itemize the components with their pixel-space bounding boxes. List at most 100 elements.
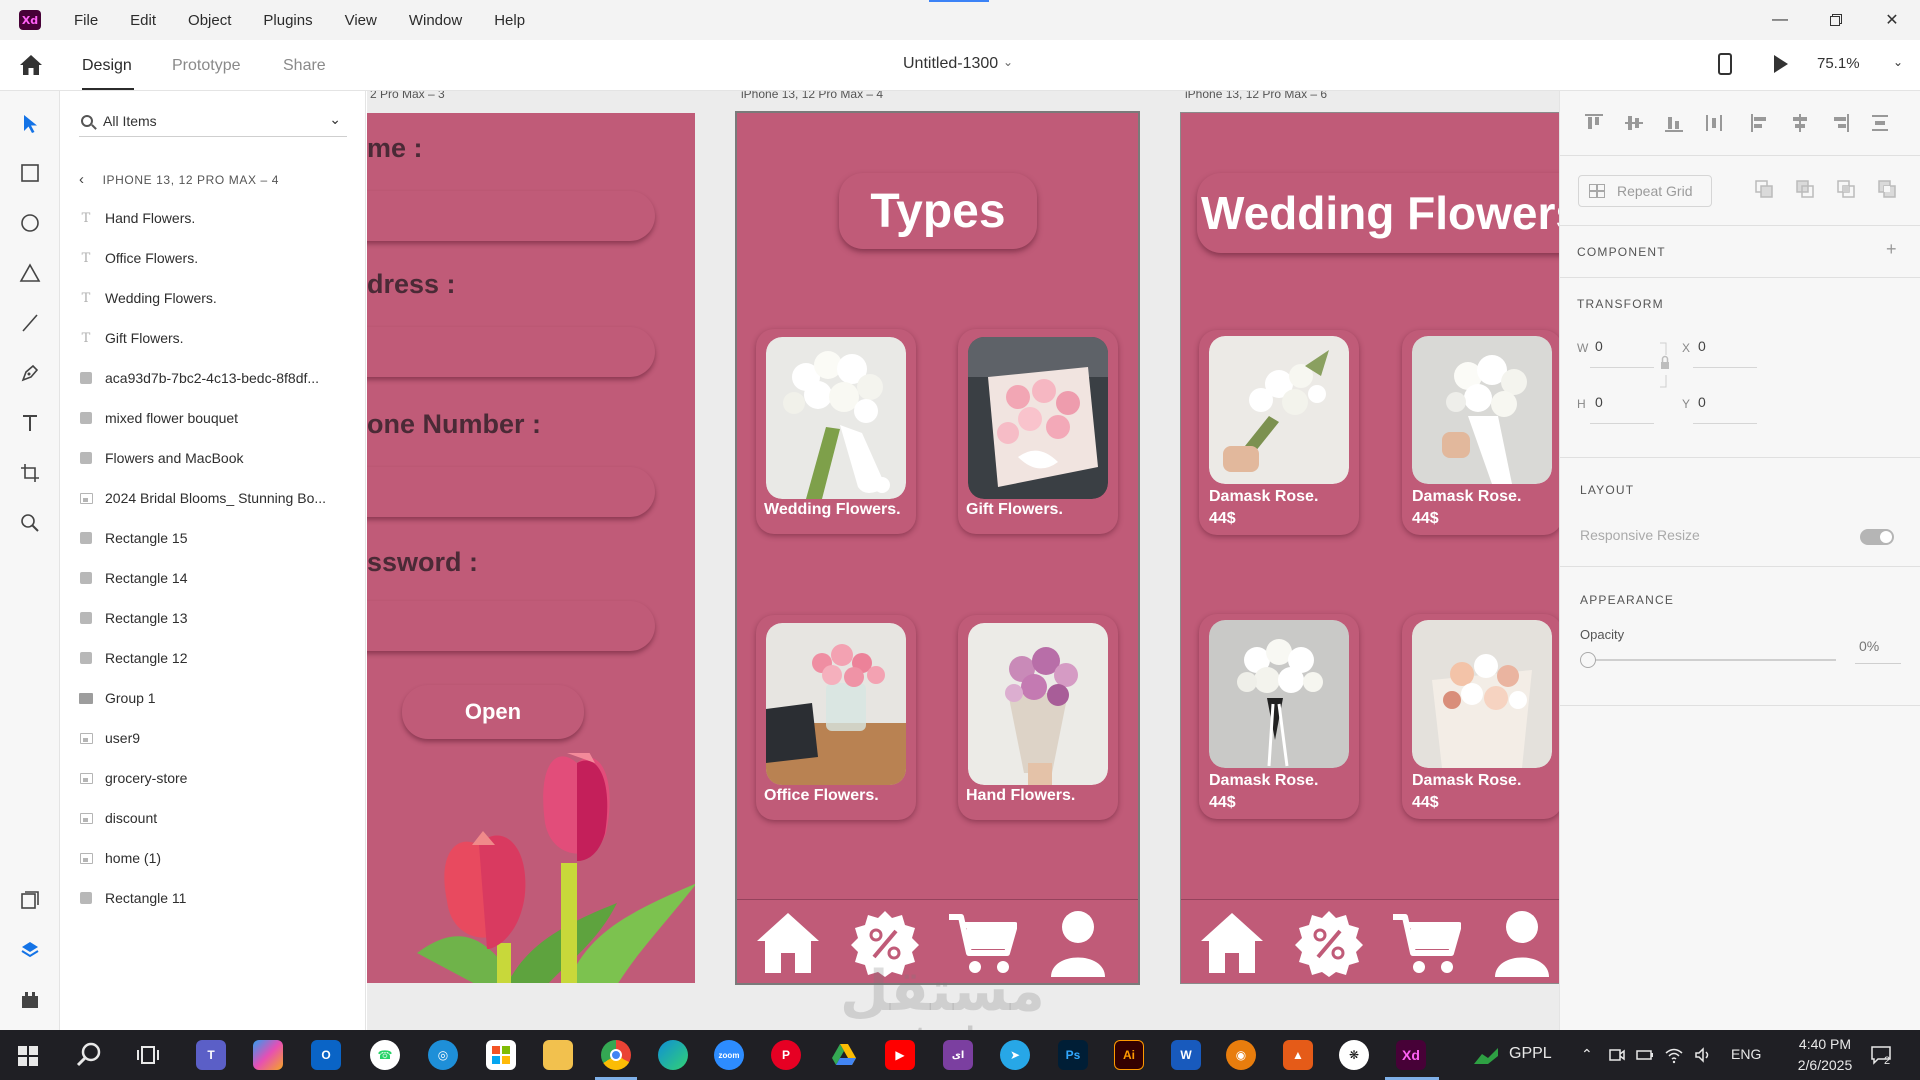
zoom-app-icon[interactable]: zoom: [714, 1040, 744, 1070]
distribute-vertical-icon[interactable]: [1868, 111, 1892, 135]
menu-edit[interactable]: Edit: [114, 12, 172, 29]
layer-row[interactable]: Flowers and MacBook: [79, 438, 359, 478]
tab-share[interactable]: Share: [283, 57, 326, 75]
copilot-icon[interactable]: [253, 1040, 283, 1070]
align-middle-icon[interactable]: [1622, 111, 1646, 135]
y-field[interactable]: 0: [1698, 394, 1706, 410]
clock-time[interactable]: 4:40 PM: [1786, 1036, 1864, 1052]
zoom-level[interactable]: 75.1%: [1817, 55, 1860, 72]
device-preview-icon[interactable]: [1718, 53, 1732, 75]
store-icon[interactable]: [486, 1040, 516, 1070]
language-indicator[interactable]: ENG: [1731, 1046, 1761, 1062]
stock-ticker[interactable]: GPPL: [1509, 1045, 1552, 1063]
home-icon[interactable]: [753, 907, 823, 977]
cart-icon[interactable]: [1391, 907, 1461, 977]
chevron-down-icon[interactable]: ⌄: [1893, 55, 1903, 69]
product-card[interactable]: Damask Rose. 44$: [1199, 330, 1359, 535]
menu-window[interactable]: Window: [393, 12, 478, 29]
chatgpt-icon[interactable]: ❋: [1339, 1040, 1369, 1070]
add-component-icon[interactable]: +: [1886, 239, 1897, 260]
tab-design[interactable]: Design: [82, 57, 132, 75]
rectangle-tool-icon[interactable]: [16, 159, 44, 187]
camera-icon[interactable]: [1608, 1046, 1626, 1064]
distribute-horizontal-icon[interactable]: [1702, 111, 1726, 135]
assets-icon[interactable]: [16, 886, 44, 914]
chevron-down-icon[interactable]: ⌄: [329, 111, 341, 128]
layer-row[interactable]: T Gift Flowers.: [79, 318, 359, 358]
ellipse-tool-icon[interactable]: [16, 209, 44, 237]
artboard-types[interactable]: Types Wedding Flowers. Gift Flowers. Off…: [735, 111, 1140, 985]
layer-row[interactable]: T Hand Flowers.: [79, 198, 359, 238]
plugins-icon[interactable]: [16, 986, 44, 1014]
chrome-icon[interactable]: [601, 1040, 631, 1070]
user-icon[interactable]: [1487, 907, 1557, 977]
chevron-up-icon[interactable]: ⌃: [1581, 1046, 1599, 1064]
line-tool-icon[interactable]: [16, 309, 44, 337]
align-left-icon[interactable]: [1748, 111, 1772, 135]
volume-icon[interactable]: [1694, 1046, 1712, 1064]
layer-row[interactable]: Rectangle 13: [79, 598, 359, 638]
artboard-label[interactable]: iPhone 13, 12 Pro Max – 6: [1185, 91, 1327, 101]
app-icon[interactable]: ای: [943, 1040, 973, 1070]
product-card[interactable]: Damask Rose. 44$: [1402, 330, 1559, 535]
play-icon[interactable]: [1774, 55, 1788, 73]
youtube-icon[interactable]: ▶: [885, 1040, 915, 1070]
text-tool-icon[interactable]: [16, 409, 44, 437]
file-explorer-icon[interactable]: [543, 1040, 573, 1070]
discount-icon[interactable]: [1294, 907, 1364, 977]
select-tool-icon[interactable]: [16, 110, 44, 138]
layer-row[interactable]: Rectangle 15: [79, 518, 359, 558]
search-icon[interactable]: [76, 1042, 102, 1068]
product-card[interactable]: Damask Rose. 44$: [1199, 614, 1359, 819]
home-icon[interactable]: [1197, 907, 1267, 977]
open-button[interactable]: Open: [402, 685, 584, 739]
opacity-value-field[interactable]: 0%: [1859, 638, 1879, 654]
artboard-label[interactable]: iPhone 13, 12 Pro Max – 4: [741, 91, 883, 101]
align-bottom-icon[interactable]: [1662, 111, 1686, 135]
layer-row[interactable]: aca93d7b-7bc2-4c13-bedc-8f8df...: [79, 358, 359, 398]
subtract-boolean-icon[interactable]: [1795, 179, 1815, 199]
layer-row[interactable]: T Office Flowers.: [79, 238, 359, 278]
illustrator-icon[interactable]: Ai: [1114, 1040, 1144, 1070]
menu-object[interactable]: Object: [172, 12, 247, 29]
battery-icon[interactable]: [1636, 1046, 1654, 1064]
home-icon[interactable]: [18, 53, 44, 77]
category-card[interactable]: Office Flowers.: [756, 615, 916, 820]
xd-taskbar-icon[interactable]: Xd: [1396, 1040, 1426, 1070]
category-card[interactable]: Wedding Flowers.: [756, 329, 916, 534]
artboard-signup[interactable]: me : dress : one Number : ssword : Open: [367, 113, 695, 983]
chevron-down-icon[interactable]: ⌄: [1003, 55, 1013, 69]
layer-row[interactable]: Rectangle 12: [79, 638, 359, 678]
address-input[interactable]: [367, 327, 655, 377]
blender-icon[interactable]: ◉: [1226, 1040, 1256, 1070]
photoshop-icon[interactable]: Ps: [1058, 1040, 1088, 1070]
layer-filter[interactable]: All Items ⌄: [79, 105, 347, 137]
layer-breadcrumb[interactable]: ‹ IPHONE 13, 12 PRO MAX – 4: [79, 171, 279, 188]
wifi-icon[interactable]: [1665, 1046, 1683, 1064]
matlab-icon[interactable]: ▲: [1283, 1040, 1313, 1070]
lock-aspect-icon[interactable]: [1658, 341, 1672, 389]
height-field[interactable]: 0: [1595, 394, 1603, 410]
artboard-wedding[interactable]: Wedding Flowers Damask Rose. 44$ Damask …: [1180, 112, 1559, 984]
opacity-slider-track[interactable]: [1588, 659, 1836, 661]
polygon-tool-icon[interactable]: [16, 259, 44, 287]
user-icon[interactable]: [1043, 907, 1113, 977]
layer-row[interactable]: T Wedding Flowers.: [79, 278, 359, 318]
layer-row[interactable]: discount: [79, 798, 359, 838]
product-card[interactable]: Damask Rose. 44$: [1402, 614, 1559, 819]
word-icon[interactable]: W: [1171, 1040, 1201, 1070]
responsive-resize-toggle[interactable]: [1860, 529, 1894, 545]
layer-row[interactable]: user9: [79, 718, 359, 758]
menu-help[interactable]: Help: [478, 12, 541, 29]
category-card[interactable]: Gift Flowers.: [958, 329, 1118, 534]
restore-icon[interactable]: [1808, 0, 1864, 40]
password-input[interactable]: [367, 601, 655, 651]
globe-app-icon[interactable]: ◎: [428, 1040, 458, 1070]
zoom-tool-icon[interactable]: [16, 509, 44, 537]
minimize-icon[interactable]: —: [1752, 0, 1808, 40]
exclude-boolean-icon[interactable]: [1877, 179, 1897, 199]
task-view-icon[interactable]: [136, 1044, 160, 1066]
align-center-icon[interactable]: [1788, 111, 1812, 135]
telegram-icon[interactable]: ➤: [1000, 1040, 1030, 1070]
whatsapp-icon[interactable]: ☎: [370, 1040, 400, 1070]
